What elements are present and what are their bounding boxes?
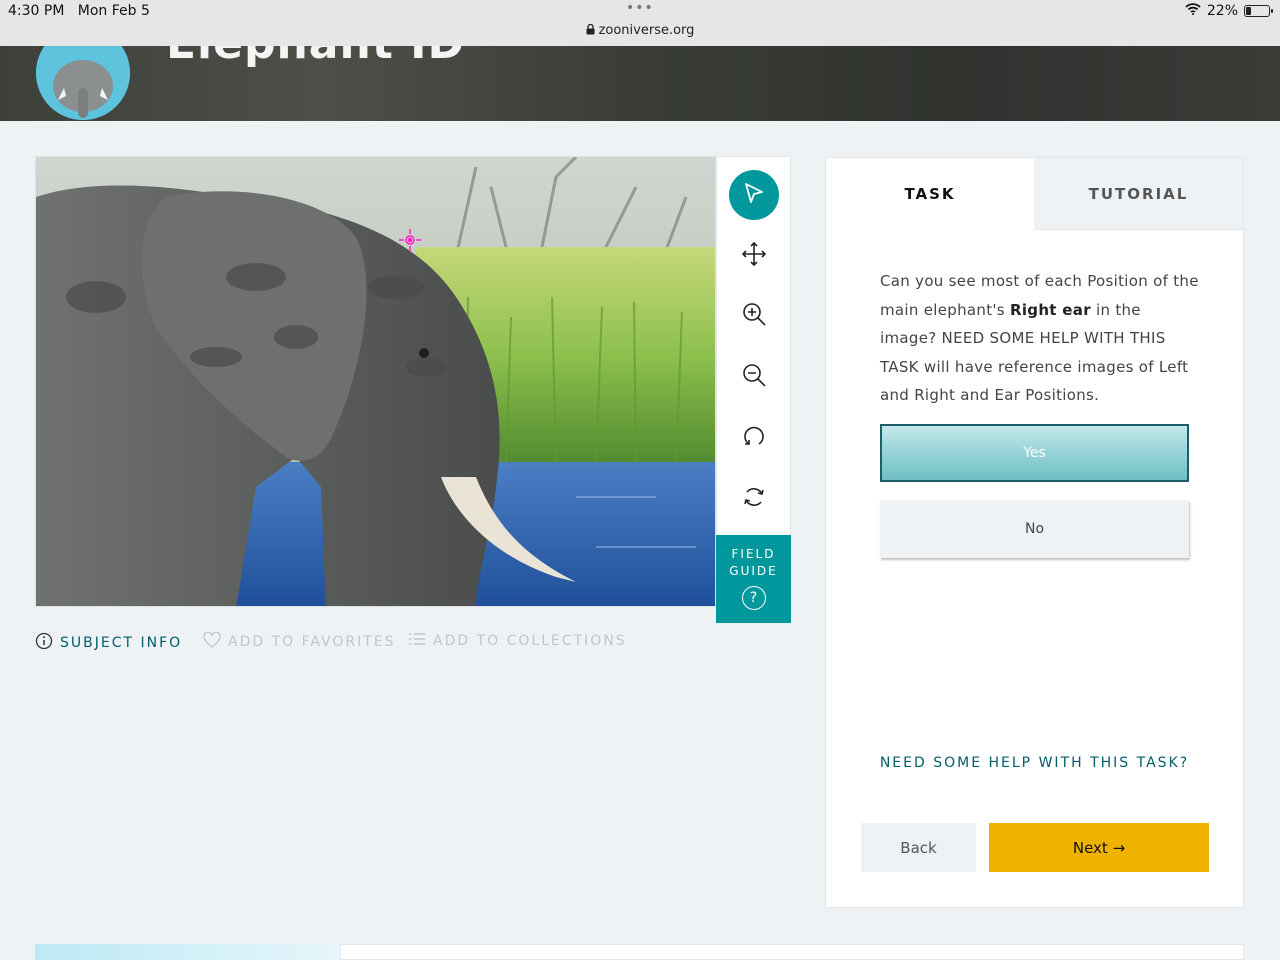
zoom-out-icon <box>741 362 767 392</box>
add-to-collections-link[interactable]: ADD TO COLLECTIONS <box>408 632 627 650</box>
bottom-banner-image <box>35 944 340 960</box>
info-icon <box>35 632 53 654</box>
zoom-in-button[interactable] <box>729 291 779 341</box>
add-to-collections-label: ADD TO COLLECTIONS <box>433 633 627 649</box>
battery-percent: 22% <box>1206 3 1238 19</box>
heart-icon <box>203 631 221 652</box>
task-panel: TASK TUTORIAL Can you see most of each P… <box>825 157 1244 908</box>
battery-icon <box>1244 5 1273 17</box>
field-guide-label: FIELD GUIDE <box>716 535 791 580</box>
answer-yes-button[interactable]: Yes <box>880 424 1189 482</box>
move-icon <box>741 241 767 271</box>
wifi-icon <box>1185 3 1201 19</box>
pan-tool-button[interactable] <box>729 231 779 281</box>
rotate-icon <box>741 423 767 453</box>
drawing-toolbar <box>716 156 791 536</box>
status-time: 4:30 PM Mon Feb 5 <box>8 3 150 19</box>
reset-icon <box>741 484 767 514</box>
status-indicators: 22% <box>1185 3 1273 19</box>
clock-time: 4:30 PM <box>8 3 65 19</box>
answer-no-button[interactable]: No <box>880 500 1189 558</box>
annotate-tool-button[interactable] <box>729 170 779 220</box>
field-guide-label-line1: FIELD <box>731 547 776 561</box>
tab-task[interactable]: TASK <box>826 158 1034 229</box>
add-to-favorites-label: ADD TO FAVORITES <box>228 634 396 650</box>
next-button[interactable]: Next → <box>989 823 1209 872</box>
url-text: zooniverse.org <box>598 23 695 38</box>
subject-image-viewer[interactable] <box>35 156 716 607</box>
need-help-link[interactable]: NEED SOME HELP WITH THIS TASK? <box>826 755 1243 771</box>
reset-button[interactable] <box>729 474 779 524</box>
subject-image <box>36 157 715 606</box>
back-button[interactable]: Back <box>861 823 976 872</box>
tab-tutorial[interactable]: TUTORIAL <box>1034 158 1243 230</box>
zoom-out-button[interactable] <box>729 352 779 402</box>
address-bar[interactable]: zooniverse.org <box>0 23 1280 39</box>
list-icon <box>408 632 426 650</box>
status-bar: 4:30 PM Mon Feb 5 ••• zooniverse.org 22% <box>0 0 1280 46</box>
field-guide-label-line2: GUIDE <box>729 564 778 578</box>
browser-menu-dots[interactable]: ••• <box>626 0 654 16</box>
add-to-favorites-link[interactable]: ADD TO FAVORITES <box>203 631 396 652</box>
help-icon: ? <box>741 586 766 610</box>
rotate-button[interactable] <box>729 413 779 463</box>
subject-info-link[interactable]: SUBJECT INFO <box>35 632 182 654</box>
bottom-content-panel <box>340 944 1244 960</box>
task-question: Can you see most of each Position of the… <box>880 267 1200 410</box>
lock-icon <box>586 23 595 39</box>
project-header: Elephant ID <box>0 18 1280 121</box>
zoom-in-icon <box>741 301 767 331</box>
question-text-bold: Right ear <box>1010 300 1091 319</box>
field-guide-button[interactable]: FIELD GUIDE ? <box>716 535 791 623</box>
subject-info-label: SUBJECT INFO <box>60 635 183 651</box>
pointer-icon <box>742 181 766 209</box>
clock-date: Mon Feb 5 <box>77 3 150 19</box>
